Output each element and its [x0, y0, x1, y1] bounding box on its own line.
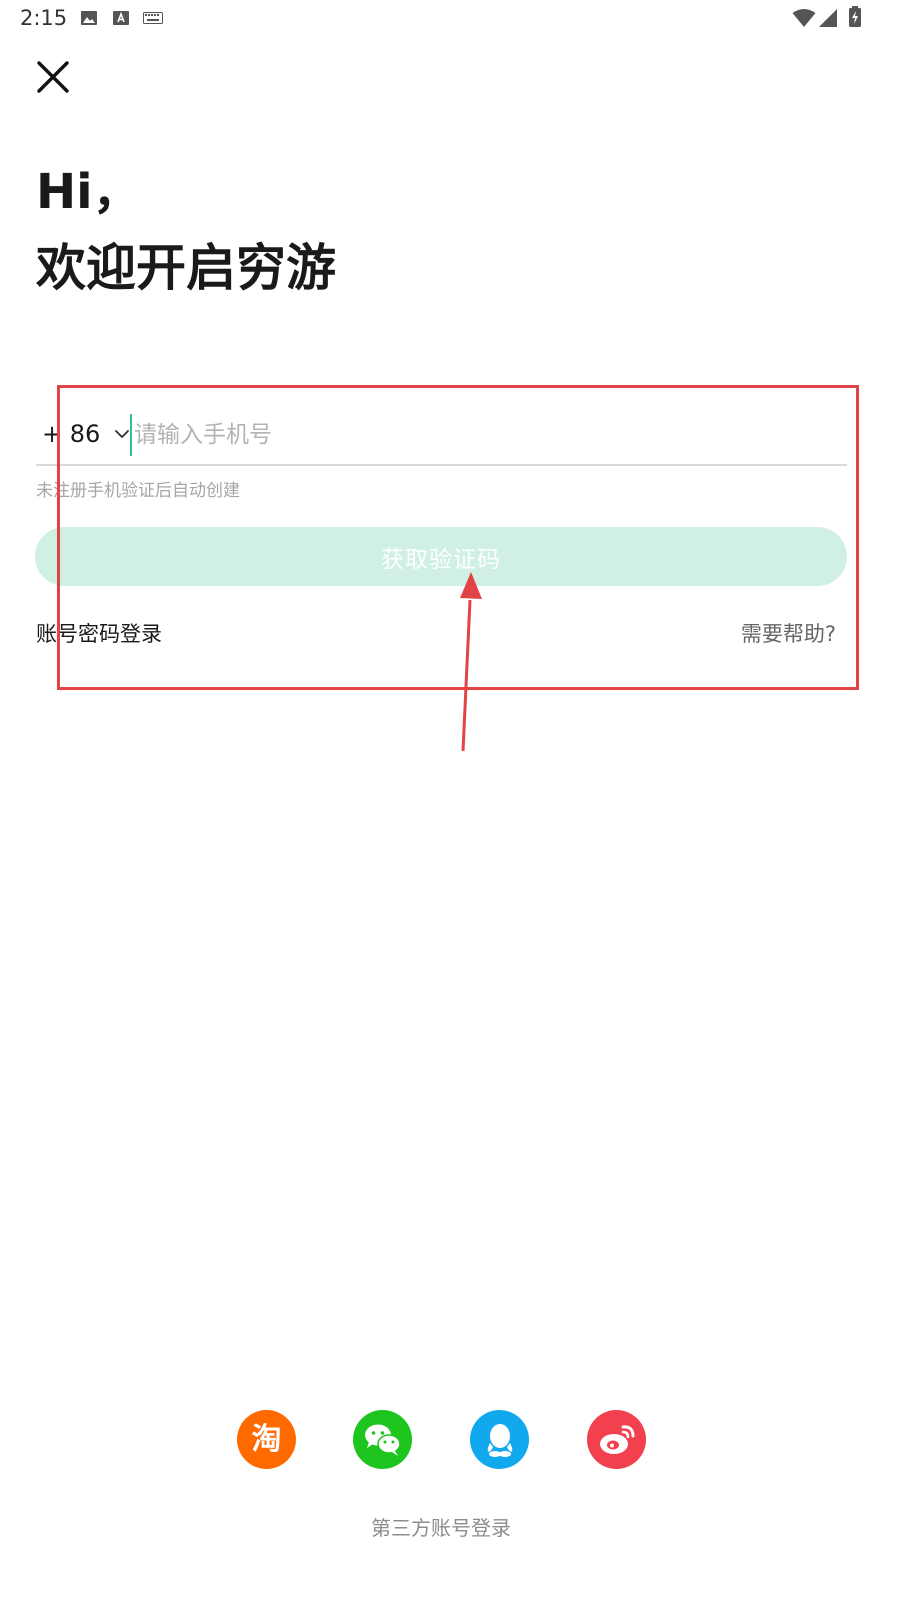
text-notification-icon — [113, 11, 129, 25]
image-notification-icon — [81, 11, 97, 25]
phone-input[interactable] — [130, 414, 840, 456]
weibo-icon — [599, 1424, 634, 1454]
login-screen: 2:15 Hi， 欢迎开启穷游 + 86 请输入手机号 未注册手机验证后自动创建… — [0, 0, 900, 1600]
battery-charging-icon — [849, 6, 861, 27]
password-login-link[interactable]: 账号密码登录 — [36, 618, 162, 648]
keyboard-notification-icon — [143, 12, 163, 24]
taobao-icon: 淘 — [251, 1421, 282, 1457]
greeting-hi: Hi， — [36, 164, 141, 220]
get-code-button[interactable]: 获取验证码 — [35, 527, 847, 586]
close-icon — [37, 61, 69, 93]
input-underline — [36, 464, 847, 466]
taobao-login-button[interactable]: 淘 — [237, 1410, 296, 1469]
greeting-welcome: 欢迎开启穷游 — [36, 239, 336, 297]
weibo-login-button[interactable] — [587, 1410, 646, 1469]
status-time: 2:15 — [20, 6, 68, 30]
chevron-down-icon — [115, 430, 130, 438]
wifi-icon — [792, 9, 816, 27]
qq-icon — [487, 1423, 512, 1457]
wechat-login-button[interactable] — [353, 1410, 412, 1469]
country-code-label: + 86 — [42, 420, 101, 448]
third-party-login-row: 淘 — [0, 1410, 900, 1470]
qq-login-button[interactable] — [470, 1410, 529, 1469]
close-button[interactable] — [30, 54, 76, 100]
wechat-icon — [364, 1424, 401, 1456]
help-link[interactable]: 需要帮助? — [741, 618, 836, 648]
country-code-selector[interactable]: + 86 — [42, 414, 130, 454]
status-bar: 2:15 — [0, 0, 900, 38]
third-party-login-label: 第三方账号登录 — [371, 1516, 511, 1540]
register-hint: 未注册手机验证后自动创建 — [36, 481, 240, 501]
signal-icon — [819, 9, 837, 27]
